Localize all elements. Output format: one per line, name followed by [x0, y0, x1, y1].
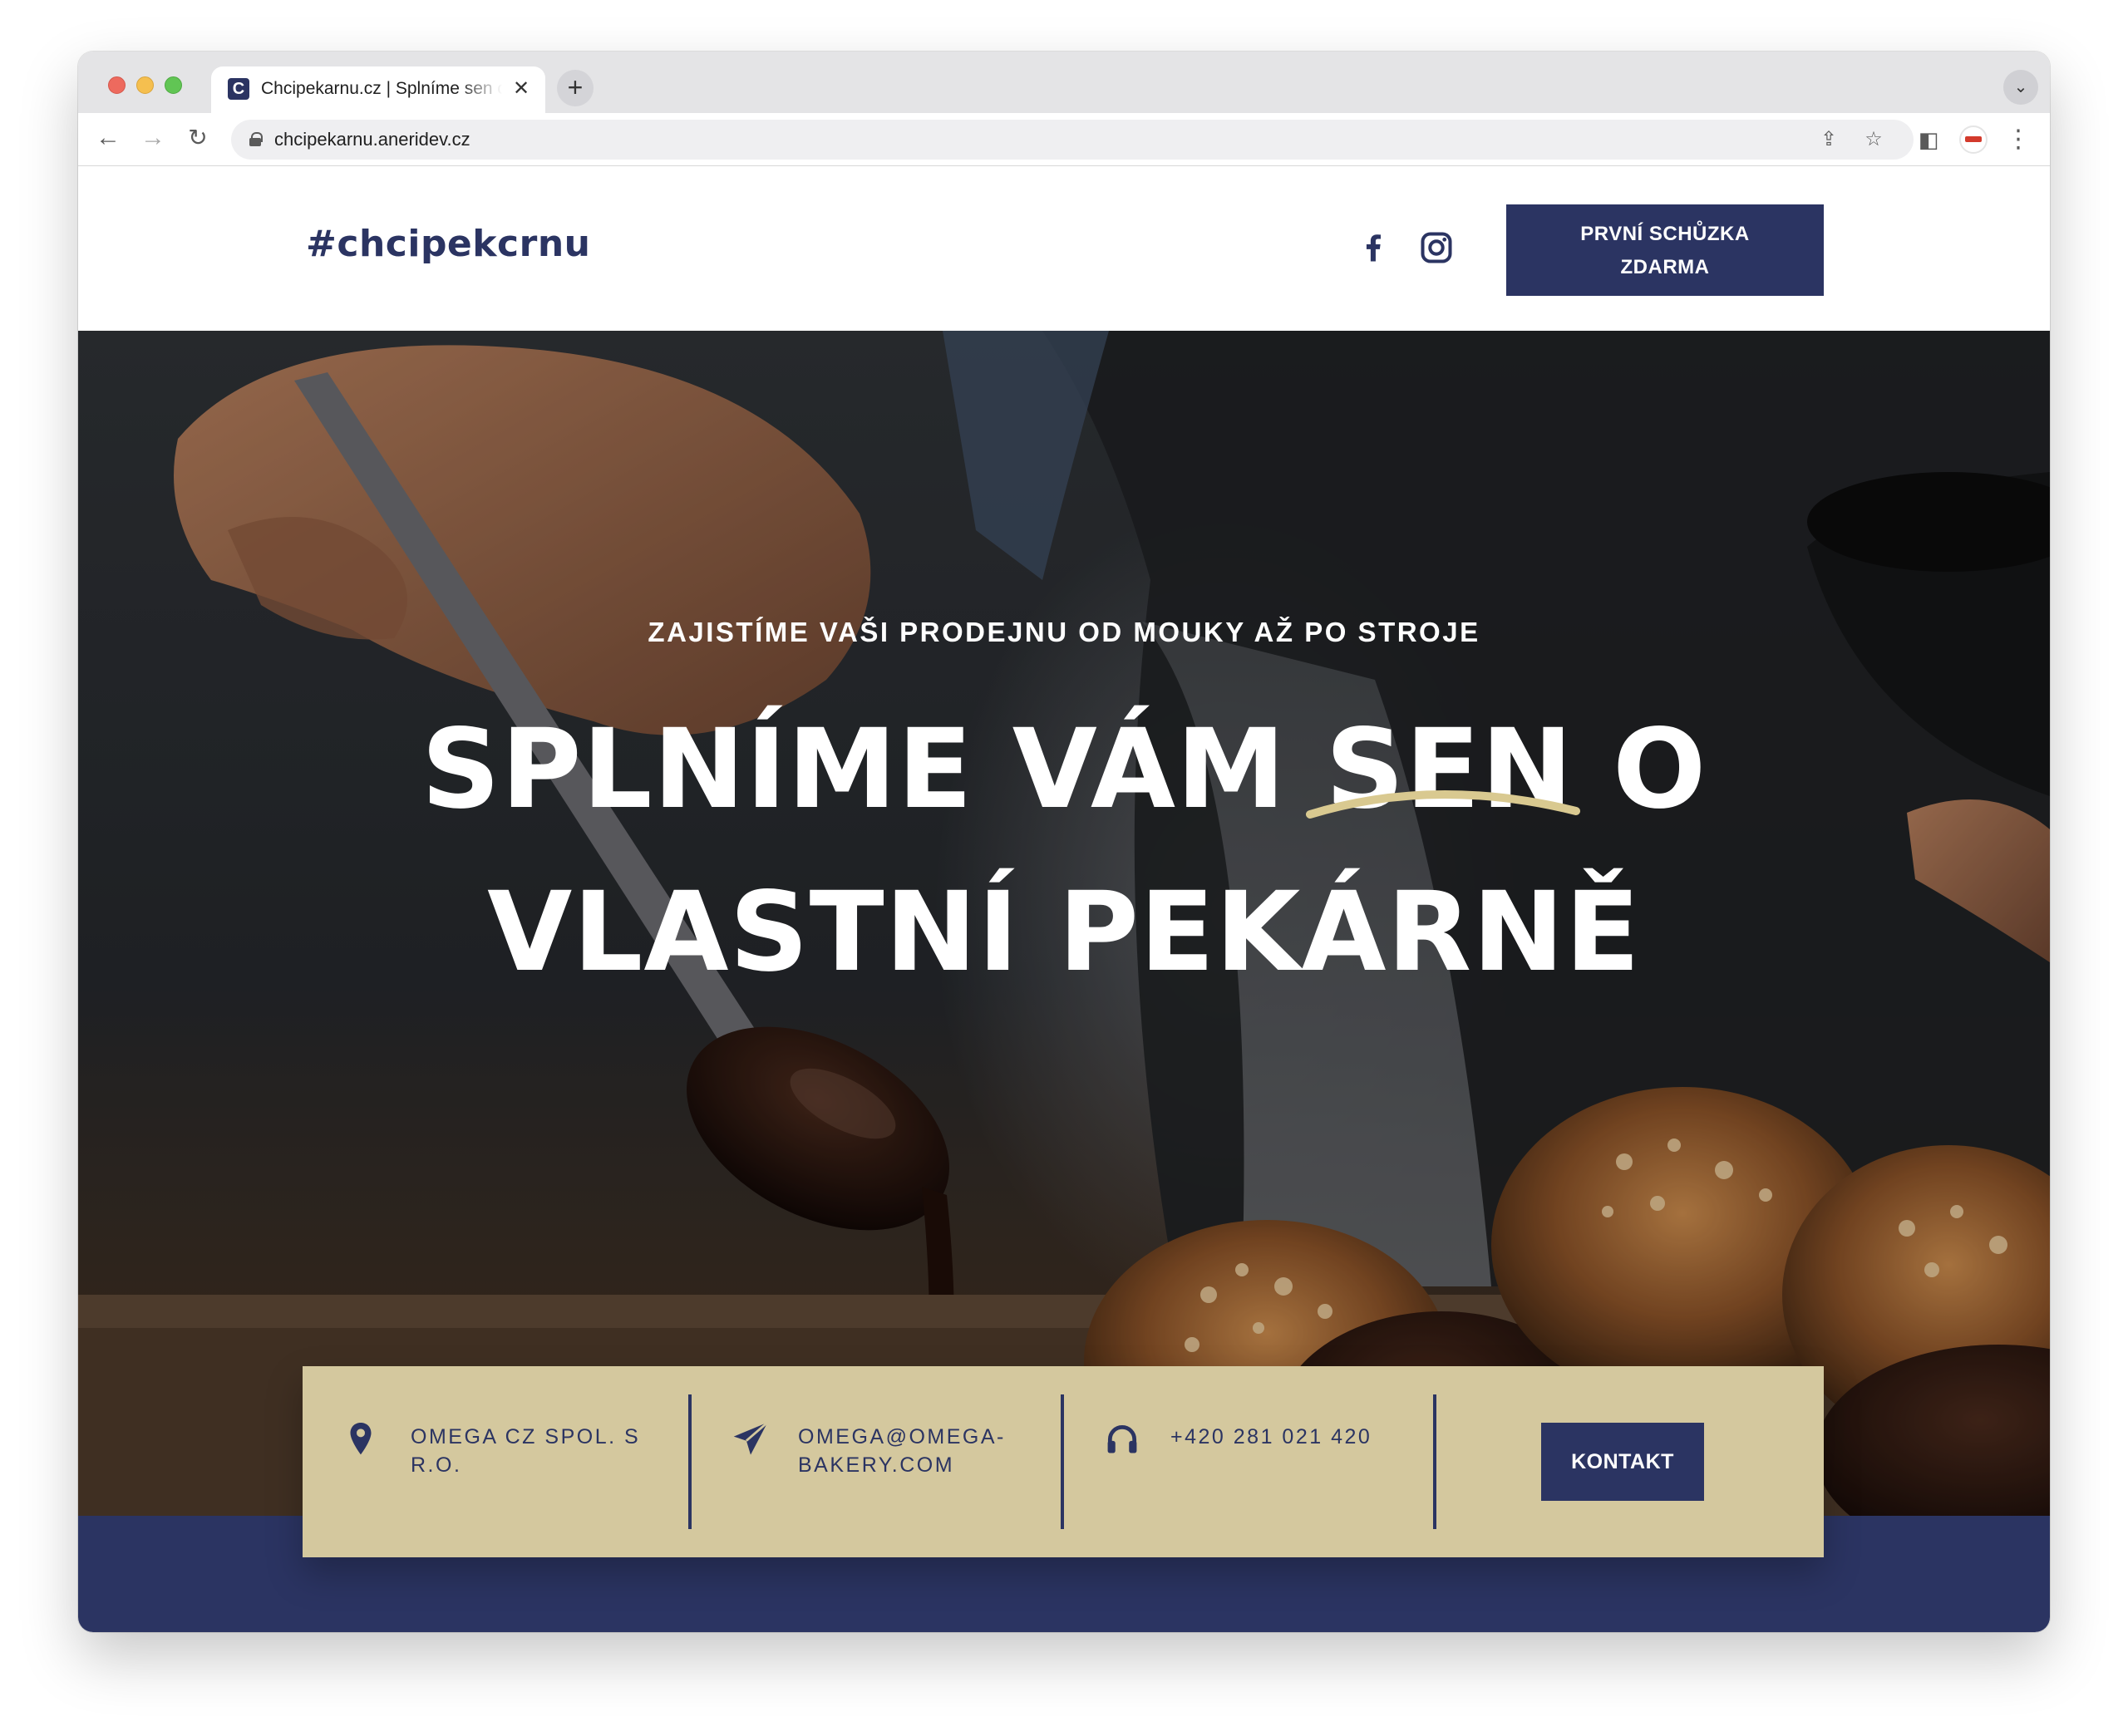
browser-toolbar: ← → ↻ chcipekarnu.aneridev.cz ⇪ ☆ ◧ ⋮ [78, 113, 2050, 166]
site-header: #chcipekcrnu PRVNÍ SCHŮZKA ZDARMA [78, 166, 2050, 331]
tab-close-icon[interactable]: ✕ [509, 76, 534, 101]
cta-line-2: ZDARMA [1620, 256, 1710, 278]
hero-title-line-2: VLASTNÍ PEKÁRNĚ [487, 868, 1641, 996]
info-email: OMEGA@OMEGA-BAKERY.COM [690, 1366, 1062, 1557]
hero-title-highlight: SEN [1306, 688, 1581, 851]
info-phone: +420 281 021 420 [1062, 1366, 1436, 1557]
url-text[interactable]: chcipekarnu.aneridev.cz [274, 129, 470, 150]
forward-arrow-icon[interactable]: → [136, 121, 170, 155]
hero-subtitle: ZAJISTÍME VAŠI PRODEJNU OD MOUKY AŽ PO S… [648, 617, 1480, 647]
share-icon[interactable]: ⇪ [1815, 126, 1842, 153]
phone-number[interactable]: +420 281 021 420 [1170, 1423, 1420, 1451]
contact-info-bar: OMEGA CZ SPOL. S R.O. OMEGA@OMEGA-BAKERY… [303, 1366, 1824, 1557]
site-logo[interactable]: #chcipekcrnu [306, 223, 590, 265]
tab-search-chevron-icon[interactable]: ⌄ [2003, 70, 2038, 105]
new-tab-button[interactable]: + [557, 70, 594, 106]
send-plane-icon [733, 1421, 769, 1455]
extension-icon[interactable] [1957, 123, 1990, 156]
underline-swoosh-icon [1306, 789, 1581, 819]
headphones-icon [1107, 1425, 1137, 1453]
hero-title: SPLNÍME VÁM SEN O VLASTNÍ PEKÁRNĚ [78, 688, 2050, 1014]
address-bar[interactable]: chcipekarnu.aneridev.cz ⇪ ☆ [231, 120, 1914, 160]
free-meeting-button[interactable]: PRVNÍ SCHŮZKA ZDARMA [1506, 204, 1824, 296]
reload-icon[interactable]: ↻ [181, 121, 214, 155]
map-pin-icon [350, 1423, 372, 1455]
maximize-window-button[interactable] [165, 76, 182, 94]
cta-line-1: PRVNÍ SCHŮZKA [1580, 223, 1750, 245]
email-link[interactable]: OMEGA@OMEGA-BAKERY.COM [798, 1423, 1022, 1479]
lock-icon[interactable] [249, 132, 263, 146]
tab-bar: C Chcipekarnu.cz | Splníme sen o vlastní… [78, 52, 2050, 113]
instagram-icon[interactable] [1418, 229, 1455, 266]
browser-menu-icon[interactable]: ⋮ [2002, 123, 2035, 156]
web-page: #chcipekcrnu PRVNÍ SCHŮZKA ZDARMA ZAJIST… [78, 166, 2050, 1632]
hero-title-part-1: SPLNÍME VÁM [421, 706, 1326, 834]
info-company: OMEGA CZ SPOL. S R.O. [303, 1366, 690, 1557]
tab-title: Chcipekarnu.cz | Splníme sen o vlastní p… [261, 79, 502, 98]
side-panel-icon[interactable]: ◧ [1912, 123, 1945, 156]
back-arrow-icon[interactable]: ← [91, 121, 125, 155]
minimize-window-button[interactable] [136, 76, 154, 94]
close-window-button[interactable] [108, 76, 126, 94]
browser-window: C Chcipekarnu.cz | Splníme sen o vlastní… [78, 52, 2050, 1632]
hero-section: ZAJISTÍME VAŠI PRODEJNU OD MOUKY AŽ PO S… [78, 331, 2050, 1516]
facebook-icon[interactable] [1355, 229, 1392, 266]
bookmark-star-icon[interactable]: ☆ [1860, 126, 1887, 153]
company-name: OMEGA CZ SPOL. S R.O. [411, 1425, 641, 1477]
info-divider [1433, 1394, 1436, 1529]
site-favicon-icon: C [228, 78, 249, 100]
browser-tab-active[interactable]: C Chcipekarnu.cz | Splníme sen o vlastní… [211, 66, 545, 113]
contact-button[interactable]: KONTAKT [1541, 1423, 1704, 1501]
